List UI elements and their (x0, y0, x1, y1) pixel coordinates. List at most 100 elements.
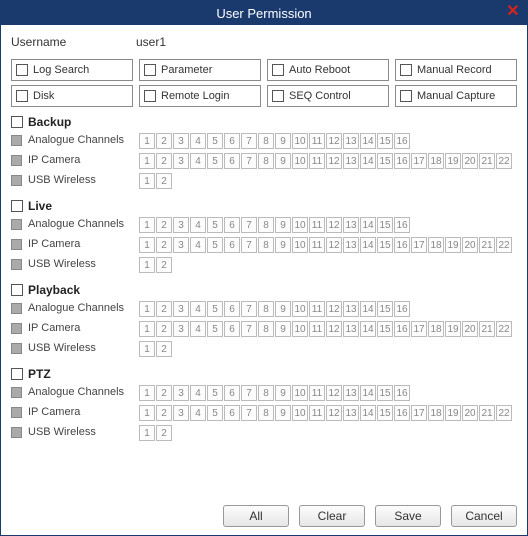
channel-ptz-ipcam-3[interactable]: 3 (173, 405, 189, 421)
channel-playback-ipcam-12[interactable]: 12 (326, 321, 342, 337)
channel-ptz-ipcam-12[interactable]: 12 (326, 405, 342, 421)
checkbox-playback-usb[interactable] (11, 343, 22, 354)
channel-ptz-usb-1[interactable]: 1 (139, 425, 155, 441)
channel-playback-ipcam-17[interactable]: 17 (411, 321, 427, 337)
channel-ptz-analogue-2[interactable]: 2 (156, 385, 172, 401)
channel-backup-ipcam-9[interactable]: 9 (275, 153, 291, 169)
channel-live-usb-1[interactable]: 1 (139, 257, 155, 273)
channel-ptz-ipcam-17[interactable]: 17 (411, 405, 427, 421)
cancel-button[interactable]: Cancel (451, 505, 517, 527)
perm-parameter[interactable]: Parameter (139, 59, 261, 81)
channel-playback-analogue-9[interactable]: 9 (275, 301, 291, 317)
channel-live-ipcam-18[interactable]: 18 (428, 237, 444, 253)
channel-live-ipcam-12[interactable]: 12 (326, 237, 342, 253)
channel-backup-usb-2[interactable]: 2 (156, 173, 172, 189)
channel-backup-ipcam-14[interactable]: 14 (360, 153, 376, 169)
channel-playback-analogue-3[interactable]: 3 (173, 301, 189, 317)
channel-live-analogue-14[interactable]: 14 (360, 217, 376, 233)
channel-live-usb-2[interactable]: 2 (156, 257, 172, 273)
channel-ptz-ipcam-2[interactable]: 2 (156, 405, 172, 421)
checkbox-auto_reboot[interactable] (272, 64, 284, 76)
channel-ptz-ipcam-14[interactable]: 14 (360, 405, 376, 421)
channel-live-analogue-3[interactable]: 3 (173, 217, 189, 233)
channel-ptz-ipcam-21[interactable]: 21 (479, 405, 495, 421)
channel-backup-analogue-5[interactable]: 5 (207, 133, 223, 149)
channel-backup-ipcam-13[interactable]: 13 (343, 153, 359, 169)
perm-auto_reboot[interactable]: Auto Reboot (267, 59, 389, 81)
channel-playback-analogue-2[interactable]: 2 (156, 301, 172, 317)
channel-backup-ipcam-7[interactable]: 7 (241, 153, 257, 169)
section-head-ptz[interactable]: PTZ (11, 367, 517, 381)
channel-backup-ipcam-1[interactable]: 1 (139, 153, 155, 169)
channel-backup-ipcam-6[interactable]: 6 (224, 153, 240, 169)
section-head-playback[interactable]: Playback (11, 283, 517, 297)
checkbox-live-usb[interactable] (11, 259, 22, 270)
channel-playback-analogue-15[interactable]: 15 (377, 301, 393, 317)
channel-live-ipcam-19[interactable]: 19 (445, 237, 461, 253)
channel-playback-ipcam-6[interactable]: 6 (224, 321, 240, 337)
channel-playback-ipcam-4[interactable]: 4 (190, 321, 206, 337)
channel-live-analogue-15[interactable]: 15 (377, 217, 393, 233)
channel-live-analogue-5[interactable]: 5 (207, 217, 223, 233)
channel-live-ipcam-21[interactable]: 21 (479, 237, 495, 253)
channel-backup-analogue-10[interactable]: 10 (292, 133, 308, 149)
channel-playback-ipcam-20[interactable]: 20 (462, 321, 478, 337)
channel-backup-ipcam-17[interactable]: 17 (411, 153, 427, 169)
channel-ptz-analogue-4[interactable]: 4 (190, 385, 206, 401)
channel-live-ipcam-13[interactable]: 13 (343, 237, 359, 253)
channel-live-ipcam-1[interactable]: 1 (139, 237, 155, 253)
row-label-backup-usb[interactable]: USB Wireless (11, 173, 139, 186)
channel-live-analogue-4[interactable]: 4 (190, 217, 206, 233)
channel-ptz-ipcam-16[interactable]: 16 (394, 405, 410, 421)
channel-backup-ipcam-20[interactable]: 20 (462, 153, 478, 169)
row-label-live-analogue[interactable]: Analogue Channels (11, 217, 139, 230)
checkbox-disk[interactable] (16, 90, 28, 102)
channel-backup-ipcam-3[interactable]: 3 (173, 153, 189, 169)
checkbox-seq_control[interactable] (272, 90, 284, 102)
channel-playback-ipcam-14[interactable]: 14 (360, 321, 376, 337)
channel-playback-ipcam-3[interactable]: 3 (173, 321, 189, 337)
perm-manual_record[interactable]: Manual Record (395, 59, 517, 81)
channel-live-ipcam-17[interactable]: 17 (411, 237, 427, 253)
channel-backup-ipcam-15[interactable]: 15 (377, 153, 393, 169)
section-head-backup[interactable]: Backup (11, 115, 517, 129)
channel-ptz-analogue-5[interactable]: 5 (207, 385, 223, 401)
channel-live-ipcam-22[interactable]: 22 (496, 237, 512, 253)
channel-live-ipcam-14[interactable]: 14 (360, 237, 376, 253)
channel-live-ipcam-7[interactable]: 7 (241, 237, 257, 253)
section-head-live[interactable]: Live (11, 199, 517, 213)
channel-live-analogue-12[interactable]: 12 (326, 217, 342, 233)
channel-ptz-analogue-7[interactable]: 7 (241, 385, 257, 401)
channel-backup-analogue-4[interactable]: 4 (190, 133, 206, 149)
channel-ptz-analogue-6[interactable]: 6 (224, 385, 240, 401)
channel-playback-ipcam-22[interactable]: 22 (496, 321, 512, 337)
channel-playback-analogue-11[interactable]: 11 (309, 301, 325, 317)
channel-playback-analogue-13[interactable]: 13 (343, 301, 359, 317)
channel-backup-analogue-13[interactable]: 13 (343, 133, 359, 149)
checkbox-manual_capture[interactable] (400, 90, 412, 102)
channel-backup-ipcam-11[interactable]: 11 (309, 153, 325, 169)
checkbox-log_search[interactable] (16, 64, 28, 76)
row-label-live-usb[interactable]: USB Wireless (11, 257, 139, 270)
perm-log_search[interactable]: Log Search (11, 59, 133, 81)
channel-ptz-analogue-11[interactable]: 11 (309, 385, 325, 401)
all-button[interactable]: All (223, 505, 289, 527)
channel-playback-ipcam-16[interactable]: 16 (394, 321, 410, 337)
checkbox-ptz-ipcam[interactable] (11, 407, 22, 418)
perm-seq_control[interactable]: SEQ Control (267, 85, 389, 107)
checkbox-live-analogue[interactable] (11, 219, 22, 230)
channel-backup-ipcam-18[interactable]: 18 (428, 153, 444, 169)
channel-backup-ipcam-8[interactable]: 8 (258, 153, 274, 169)
channel-ptz-ipcam-11[interactable]: 11 (309, 405, 325, 421)
channel-backup-ipcam-16[interactable]: 16 (394, 153, 410, 169)
channel-backup-analogue-12[interactable]: 12 (326, 133, 342, 149)
channel-ptz-analogue-3[interactable]: 3 (173, 385, 189, 401)
channel-live-ipcam-9[interactable]: 9 (275, 237, 291, 253)
row-label-playback-ipcam[interactable]: IP Camera (11, 321, 139, 334)
checkbox-remote_login[interactable] (144, 90, 156, 102)
channel-playback-analogue-4[interactable]: 4 (190, 301, 206, 317)
checkbox-manual_record[interactable] (400, 64, 412, 76)
channel-ptz-analogue-12[interactable]: 12 (326, 385, 342, 401)
channel-live-ipcam-15[interactable]: 15 (377, 237, 393, 253)
channel-backup-analogue-2[interactable]: 2 (156, 133, 172, 149)
